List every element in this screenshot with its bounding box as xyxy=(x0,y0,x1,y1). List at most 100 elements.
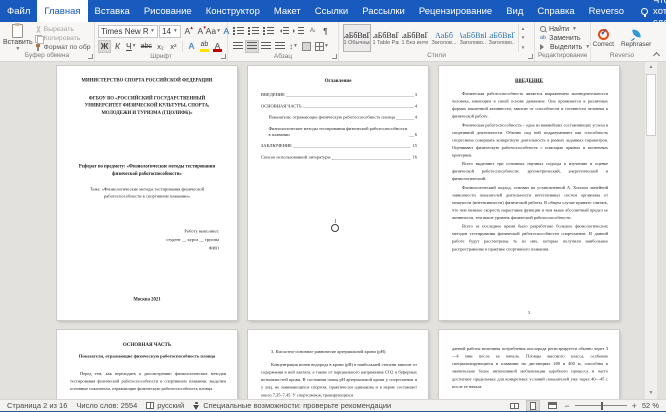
italic-button[interactable]: К xyxy=(111,40,124,53)
highlight-color-button[interactable]: ab xyxy=(198,40,211,53)
styles-gallery-scroll[interactable]: ▲ ▼ ▼ xyxy=(518,24,527,52)
scrollbar-thumb[interactable] xyxy=(646,74,656,136)
paragraph-dialog-launcher-icon[interactable] xyxy=(332,54,337,59)
zoom-slider[interactable] xyxy=(574,401,627,410)
print-layout-button[interactable] xyxy=(526,400,541,411)
multilevel-list-button[interactable] xyxy=(261,25,276,38)
toc-entry[interactable]: ВВЕДЕНИЕ 3 xyxy=(261,92,417,98)
toc-entry[interactable]: Список использованной литературы 16 xyxy=(261,155,417,161)
show-marks-button[interactable]: ¶ xyxy=(319,25,332,38)
styles-more-icon[interactable]: ▼ xyxy=(519,43,527,52)
styles-scroll-up-icon[interactable]: ▲ xyxy=(519,24,527,33)
zoom-out-button[interactable]: − xyxy=(564,401,569,411)
font-color-button[interactable]: А xyxy=(211,40,224,53)
tab-home[interactable]: Главная xyxy=(37,0,88,22)
vertical-scrollbar[interactable]: ▲ ▼ xyxy=(644,62,657,399)
tab-mailings[interactable]: Рассылки xyxy=(355,0,412,22)
page-1-title-page[interactable]: МИНИСТЕРСТВО СПОРТА РОССИЙСКОЙ ФЕДЕРАЦИИ… xyxy=(57,66,237,320)
clipboard-dialog-launcher-icon[interactable] xyxy=(88,54,93,59)
tab-layout[interactable]: Макет xyxy=(267,0,308,22)
styles-dialog-launcher-icon[interactable] xyxy=(528,54,533,59)
shading-button[interactable] xyxy=(300,40,313,53)
bold-button[interactable]: Ж xyxy=(98,39,111,53)
toc-entry[interactable]: Физиологические методы тестирования физи… xyxy=(261,126,418,138)
page-4-main-part[interactable]: ОСНОВНАЯ ЧАСТЬ Показатели, отражающие фи… xyxy=(57,330,237,399)
zoom-percentage[interactable]: 52 % xyxy=(642,401,659,410)
page-indicator-label: Страница 2 из 16 xyxy=(7,401,68,410)
font-dialog-launcher-icon[interactable] xyxy=(221,54,226,59)
replace-button[interactable]: ab Заменить xyxy=(540,35,587,42)
style-item-table-paragraph[interactable]: АаБбВвГг 1 Table Par... xyxy=(372,24,400,52)
bullets-button[interactable] xyxy=(231,25,246,38)
styles-scroll-down-icon[interactable]: ▼ xyxy=(519,33,527,42)
tell-me-box[interactable]: Что вы хотите сделать? xyxy=(633,0,666,28)
document-canvas[interactable]: МИНИСТЕРСТВО СПОРТА РОССИЙСКОЙ ФЕДЕРАЦИИ… xyxy=(0,62,666,399)
accessibility-checker[interactable]: Специальные возможности: проверьте реком… xyxy=(193,401,391,410)
justify-button[interactable] xyxy=(273,40,287,53)
grow-font-button[interactable]: А xyxy=(181,25,194,38)
style-item-heading2[interactable]: АаБбВвГ Заголово... xyxy=(459,24,487,52)
find-button[interactable]: Найти ▼ xyxy=(540,26,587,33)
style-name: Заголов... xyxy=(431,39,457,46)
reverso-correct-button[interactable]: Correct xyxy=(593,27,614,48)
page-5-ph-section[interactable]: 3. Кислотно-основное равновесие артериал… xyxy=(248,330,428,399)
zoom-in-button[interactable]: + xyxy=(632,401,637,411)
align-center-button[interactable] xyxy=(245,39,259,53)
web-layout-icon xyxy=(547,402,557,409)
line-spacing-button[interactable]: ↕ ▼ xyxy=(287,40,300,53)
proofing-status[interactable]: русский xyxy=(146,401,184,410)
toc-label: Физиологические методы тестирования физи… xyxy=(268,126,408,137)
select-button[interactable]: Выделить ▼ xyxy=(540,43,591,51)
tab-reverso[interactable]: Reverso xyxy=(582,0,631,22)
paste-button[interactable]: Вставить ▼ xyxy=(3,23,33,52)
collapse-ribbon-icon[interactable] xyxy=(654,51,660,57)
cut-button[interactable]: Вырезать xyxy=(35,26,91,33)
word-count[interactable]: Число слов: 2554 xyxy=(76,401,137,410)
align-right-button[interactable] xyxy=(259,40,273,53)
copy-button[interactable]: Копировать xyxy=(34,34,91,44)
clipboard-group: Вставить ▼ Вырезать Копировать Формат по… xyxy=(0,22,95,61)
align-left-button[interactable] xyxy=(231,40,245,53)
style-item-heading3[interactable]: АаБбВвГ1 Заголово... xyxy=(488,24,516,52)
underline-button[interactable]: Ч ▼ xyxy=(124,40,139,53)
style-item-no-spacing[interactable]: АаБбВвГг 1 Без инте... xyxy=(401,24,429,52)
style-item-normal[interactable]: АаБбВвГг 1 Обычный xyxy=(343,24,371,52)
read-mode-button[interactable] xyxy=(507,400,521,411)
page-6-oxygen-section[interactable]: данной работы величины потребления кисло… xyxy=(439,330,619,399)
font-name-combo[interactable]: Times New Ro ▼ xyxy=(98,24,158,38)
format-painter-button[interactable]: Формат по образцу xyxy=(35,43,91,51)
page-2-table-of-contents[interactable]: Оглавление ВВЕДЕНИЕ 3 ОСНОВНАЯ ЧАСТЬ 4 Пок… xyxy=(248,66,428,320)
tab-help[interactable]: Справка xyxy=(530,0,581,22)
text-effects-button[interactable]: А xyxy=(185,40,198,53)
tab-review[interactable]: Рецензирование xyxy=(412,0,499,22)
style-item-heading1[interactable]: АаБб Заголов... xyxy=(430,24,458,52)
bold-label: Ж xyxy=(100,41,109,51)
decrease-indent-button[interactable] xyxy=(276,25,291,38)
tab-file[interactable]: Файл xyxy=(0,0,37,22)
numbering-button[interactable] xyxy=(246,25,261,38)
borders-button[interactable]: ▼ xyxy=(313,40,331,53)
toc-entry[interactable]: Показатели, отражающие физическую работо… xyxy=(261,115,418,121)
reverso-rephraser-button[interactable]: Rephraser xyxy=(621,29,651,48)
tab-insert[interactable]: Вставка xyxy=(88,0,137,22)
sort-button[interactable]: А↓ xyxy=(306,25,319,38)
zoom-slider-thumb[interactable] xyxy=(600,401,604,410)
scroll-down-arrow-icon[interactable]: ▼ xyxy=(645,388,657,399)
superscript-button[interactable]: x² xyxy=(167,40,180,53)
toc-entry[interactable]: ЗАКЛЮЧЕНИЕ 15 xyxy=(261,143,417,149)
tab-references[interactable]: Ссылки xyxy=(308,0,355,22)
font-size-combo[interactable]: 14 ▼ xyxy=(159,24,181,38)
change-case-button[interactable]: Аа ▼ xyxy=(206,25,221,38)
tab-design[interactable]: Конструктор xyxy=(199,0,267,22)
tab-view[interactable]: Вид xyxy=(499,0,530,22)
toc-entry[interactable]: ОСНОВНАЯ ЧАСТЬ 4 xyxy=(261,103,417,109)
page-3-introduction[interactable]: ВВЕДЕНИЕ Физическая работоспособность яв… xyxy=(439,66,619,320)
strikethrough-button[interactable]: abc xyxy=(139,40,154,53)
tab-draw[interactable]: Рисование xyxy=(137,0,199,22)
increase-indent-button[interactable] xyxy=(291,25,306,38)
subscript-button[interactable]: x₂ xyxy=(154,40,167,53)
web-layout-button[interactable] xyxy=(545,400,559,411)
select-caret-icon: ▼ xyxy=(585,43,591,50)
scroll-up-arrow-icon[interactable]: ▲ xyxy=(645,62,657,73)
page-indicator[interactable]: Страница 2 из 16 xyxy=(7,401,67,410)
